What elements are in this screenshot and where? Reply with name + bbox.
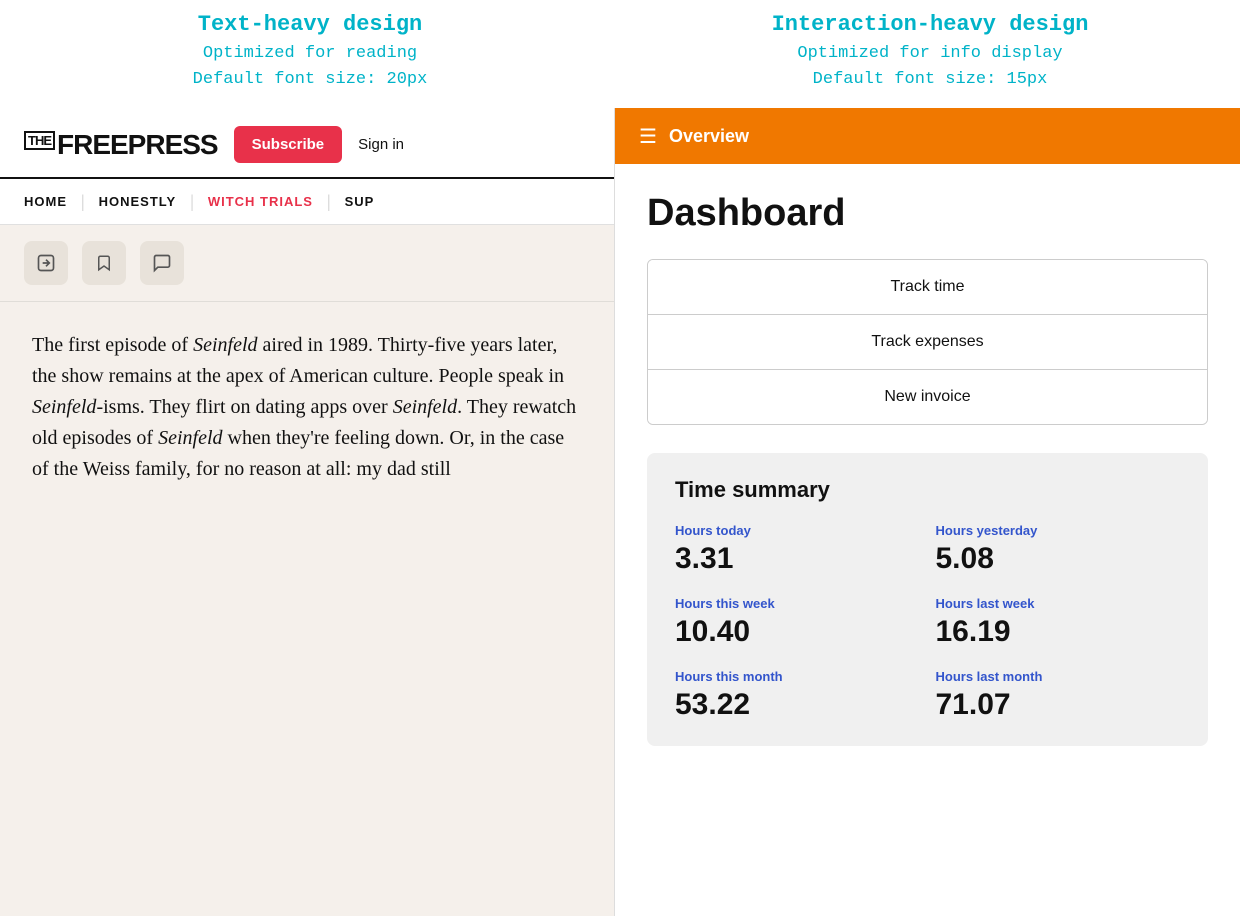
summary-grid: Hours today 3.31 Hours yesterday 5.08 Ho… [675,523,1180,722]
hours-today-cell: Hours today 3.31 [675,523,920,576]
left-panel: THE FREEPRESS Subscribe Sign in HOME | H… [0,108,615,916]
hours-last-week-cell: Hours last week 16.19 [936,596,1181,649]
hours-yesterday-cell: Hours yesterday 5.08 [936,523,1181,576]
main-content: THE FREEPRESS Subscribe Sign in HOME | H… [0,108,1240,916]
right-topnav-title: Overview [669,126,749,147]
hours-this-month-value: 53.22 [675,688,920,722]
hours-this-week-label: Hours this week [675,596,920,611]
top-label-left-line1: Optimized for reading [20,41,600,67]
left-header-top: THE FREEPRESS Subscribe Sign in [24,126,590,177]
bookmark-icon[interactable] [82,241,126,285]
article-text: The first episode of Seinfeld aired in 1… [32,330,582,485]
top-label-left-heading: Text-heavy design [20,12,600,37]
hours-yesterday-value: 5.08 [936,542,1181,576]
dashboard-content: Dashboard Track time Track expenses New … [615,164,1240,916]
hours-last-month-label: Hours last month [936,669,1181,684]
action-icons-row [0,225,614,302]
right-panel: ☰ Overview Dashboard Track time Track ex… [615,108,1240,916]
right-topnav: ☰ Overview [615,108,1240,164]
logo: THE FREEPRESS [24,129,218,161]
dashboard-title: Dashboard [647,192,1208,235]
hours-this-week-cell: Hours this week 10.40 [675,596,920,649]
hours-yesterday-label: Hours yesterday [936,523,1181,538]
hours-today-value: 3.31 [675,542,920,576]
time-summary-title: Time summary [675,477,1180,503]
hamburger-icon[interactable]: ☰ [639,124,657,149]
action-buttons: Track time Track expenses New invoice [647,259,1208,425]
track-time-button[interactable]: Track time [648,260,1207,315]
hours-this-month-label: Hours this month [675,669,920,684]
comment-icon[interactable] [140,241,184,285]
logo-the: THE [24,131,55,150]
hours-last-month-cell: Hours last month 71.07 [936,669,1181,722]
top-label-right-line1: Optimized for info display [640,41,1220,67]
top-label-right-line2: Default font size: 15px [640,67,1220,93]
hours-this-month-cell: Hours this month 53.22 [675,669,920,722]
share-icon[interactable] [24,241,68,285]
hours-last-month-value: 71.07 [936,688,1181,722]
left-header: THE FREEPRESS Subscribe Sign in [0,108,614,179]
left-nav: HOME | HONESTLY | WITCH TRIALS | SUP [0,179,614,225]
nav-item-home[interactable]: HOME [24,194,81,209]
track-expenses-button[interactable]: Track expenses [648,315,1207,370]
top-label-right: Interaction-heavy design Optimized for i… [620,12,1240,92]
signin-link[interactable]: Sign in [358,136,404,153]
nav-item-honestly[interactable]: HONESTLY [85,194,191,209]
top-label-left: Text-heavy design Optimized for reading … [0,12,620,92]
nav-item-sup[interactable]: SUP [331,194,389,209]
logo-freepress: FREEPRESS [57,129,218,161]
new-invoice-button[interactable]: New invoice [648,370,1207,424]
hours-today-label: Hours today [675,523,920,538]
hours-last-week-value: 16.19 [936,615,1181,649]
nav-item-witch-trials[interactable]: WITCH TRIALS [194,194,327,209]
top-label-left-line2: Default font size: 20px [20,67,600,93]
article-body: The first episode of Seinfeld aired in 1… [0,302,614,916]
top-labels-bar: Text-heavy design Optimized for reading … [0,0,1240,108]
time-summary-card: Time summary Hours today 3.31 Hours yest… [647,453,1208,746]
subscribe-button[interactable]: Subscribe [234,126,343,163]
top-label-right-heading: Interaction-heavy design [640,12,1220,37]
hours-last-week-label: Hours last week [936,596,1181,611]
hours-this-week-value: 10.40 [675,615,920,649]
